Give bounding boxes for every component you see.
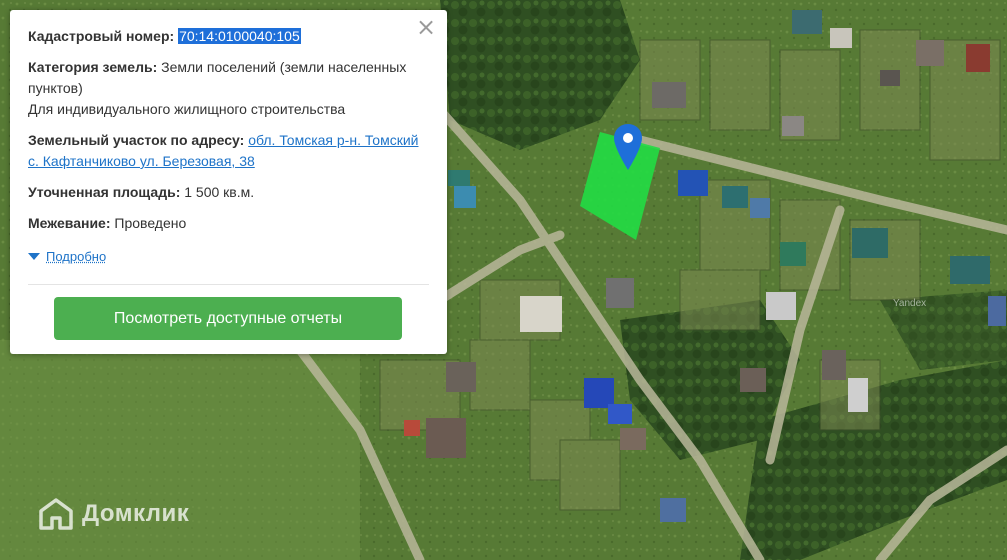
domclick-watermark: Домклик <box>38 498 189 530</box>
address-row: Земельный участок по адресу: обл. Томска… <box>28 130 429 172</box>
cadastral-number[interactable]: 70:14:0100040:105 <box>178 28 301 44</box>
domclick-brand: Домклик <box>82 500 190 527</box>
parcel-info-card: × Кадастровый номер: 70:14:0100040:105 К… <box>10 10 447 354</box>
area-label: Уточненная площадь: <box>28 184 181 200</box>
close-icon[interactable]: × <box>415 15 437 39</box>
more-details-toggle[interactable]: Подробно <box>28 246 429 267</box>
yandex-mark: Yandex <box>893 298 927 309</box>
usage-value: Для индивидуального жилищного строительс… <box>28 101 346 117</box>
survey-value: Проведено <box>114 215 187 231</box>
area-row: Уточненная площадь: 1 500 кв.м. <box>28 182 429 203</box>
cadastral-row: Кадастровый номер: 70:14:0100040:105 <box>28 26 429 47</box>
category-row: Категория земель: Земли поселений (земли… <box>28 57 429 120</box>
domclick-logo-icon <box>39 498 73 530</box>
survey-label: Межевание: <box>28 215 111 231</box>
category-label: Категория земель: <box>28 59 158 75</box>
address-label: Земельный участок по адресу: <box>28 132 245 148</box>
view-reports-button[interactable]: Посмотреть доступные отчеты <box>54 297 402 340</box>
survey-row: Межевание: Проведено <box>28 213 429 234</box>
card-divider <box>28 284 429 285</box>
more-details-label: Подробно <box>46 249 107 264</box>
cadastral-label: Кадастровый номер: <box>28 28 175 44</box>
triangle-down-icon <box>28 253 40 260</box>
area-value: 1 500 кв.м. <box>184 184 255 200</box>
